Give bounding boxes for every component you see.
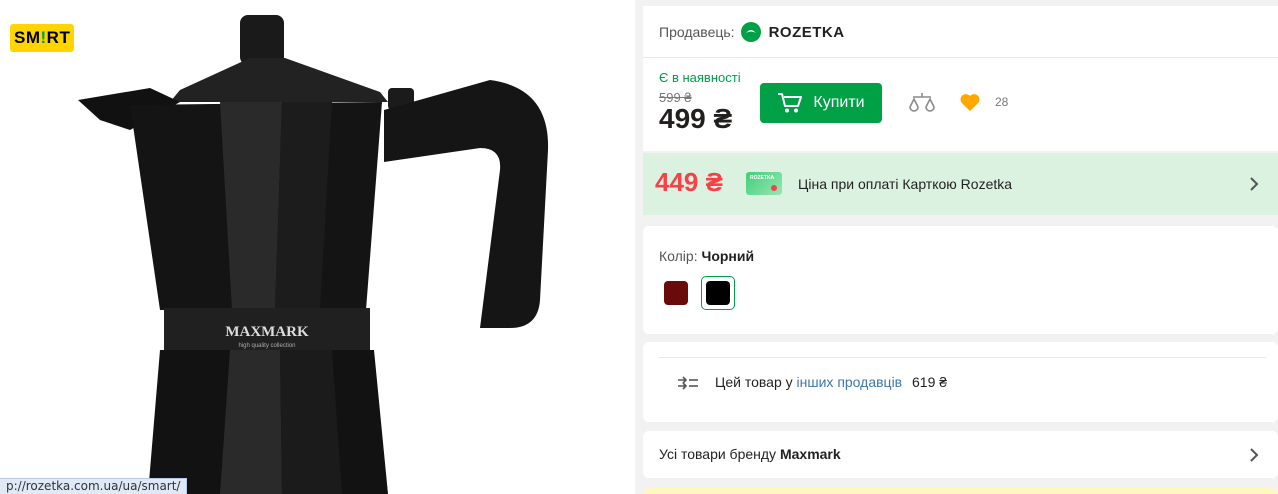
top-divider: [643, 0, 1278, 6]
other-sellers-card: Цей товар у інших продавців 619 ₴: [643, 342, 1278, 422]
divider: [659, 357, 1266, 358]
brand-print: MAXMARK: [225, 324, 309, 340]
divider: [643, 57, 1278, 58]
seller-name[interactable]: ROZETKA: [769, 24, 845, 41]
brand-name: Maxmark: [779, 446, 841, 462]
chevron-right-icon[interactable]: [1247, 176, 1261, 192]
brand-link-card[interactable]: Усі товари бренду Maxmark: [643, 431, 1278, 478]
chevron-right-icon[interactable]: [1247, 447, 1261, 463]
color-label: Колір: Чорний: [659, 248, 755, 264]
promo-price: 449 ₴: [655, 167, 723, 197]
availability-status: Є в наявності: [659, 70, 741, 85]
seller-label: Продавець:: [659, 24, 735, 40]
other-sellers-text: Цей товар у інших продавців 619 ₴: [715, 374, 948, 390]
wishlist-count: 28: [995, 95, 1009, 109]
color-selector-card: Колір: Чорний: [643, 226, 1278, 334]
rozetka-logo-icon: [740, 22, 761, 42]
buy-button[interactable]: Купити: [760, 83, 882, 123]
rozetka-card-icon: ROZETKA: [746, 172, 782, 195]
product-gallery[interactable]: SM!RT MAXMARK high quality collection p:…: [0, 0, 635, 494]
cart-icon: [778, 93, 803, 113]
purchase-card: Продавець: ROZETKA Є в наявності 599 ₴ 4…: [643, 0, 1278, 151]
status-bar-url: p://rozetka.com.ua/ua/smart/: [0, 478, 188, 494]
arrows-right-icon: [678, 376, 698, 390]
next-card-edge: [643, 488, 1278, 494]
product-page: SM!RT MAXMARK high quality collection p:…: [0, 0, 1278, 494]
seller-row: Продавець: ROZETKA: [659, 22, 845, 42]
current-price: 499 ₴: [659, 103, 733, 134]
product-image: MAXMARK high quality collection: [78, 15, 549, 494]
color-swatch-black[interactable]: [701, 276, 735, 310]
color-swatch-burgundy[interactable]: [659, 276, 693, 310]
brand-link-text: Усі товари бренду Maxmark: [659, 446, 841, 462]
other-sellers-link[interactable]: інших продавців: [797, 374, 903, 390]
brand-tagline: high quality collection: [238, 343, 295, 349]
product-sidebar: Продавець: ROZETKA Є в наявності 599 ₴ 4…: [643, 0, 1278, 494]
promo-text: Ціна при оплаті Карткою Rozetka: [798, 176, 1013, 192]
buy-label: Купити: [813, 94, 865, 111]
selected-color: Чорний: [701, 248, 755, 264]
compare-scales-icon[interactable]: [909, 91, 935, 115]
smart-badge: SM!RT: [10, 24, 75, 52]
other-sellers-price: 619 ₴: [912, 374, 948, 390]
heart-icon[interactable]: [959, 91, 981, 113]
